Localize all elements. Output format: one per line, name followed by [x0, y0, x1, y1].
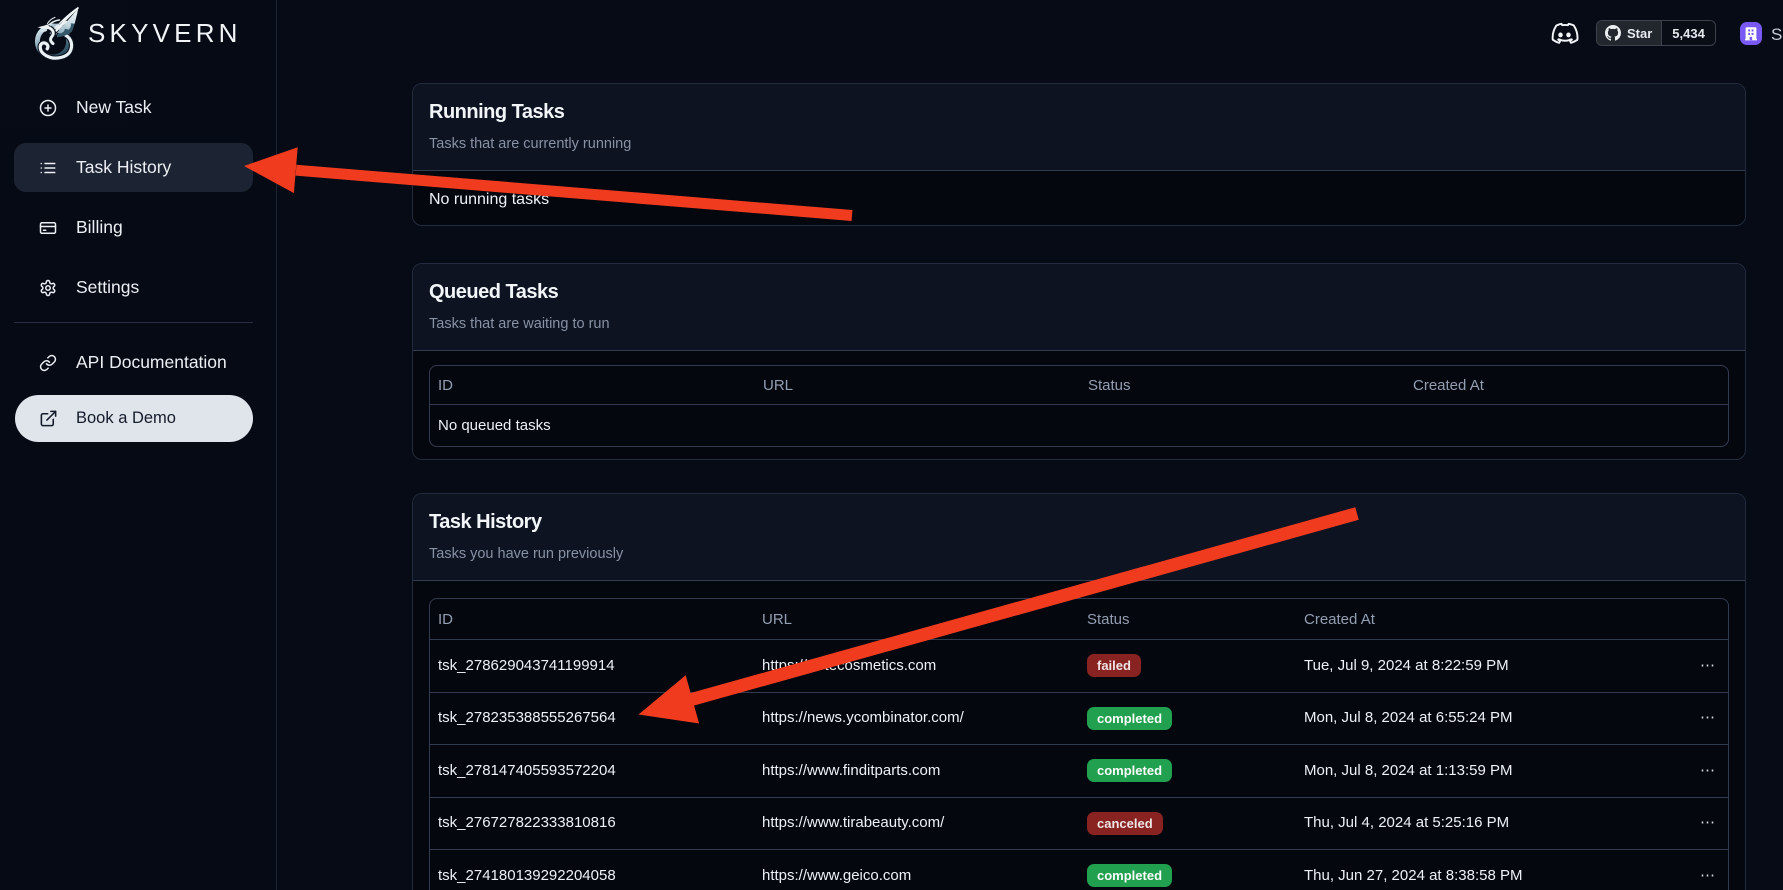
column-header-id: ID: [430, 366, 755, 405]
task-history-header: Task History Tasks you have run previous…: [413, 494, 1745, 581]
sidebar-item-label: Task History: [76, 157, 171, 178]
running-tasks-card: Running Tasks Tasks that are currently r…: [412, 83, 1746, 226]
page: SKYVERN New Task Task History Billing Se…: [0, 0, 1783, 890]
book-a-demo-button[interactable]: Book a Demo: [15, 395, 253, 442]
link-icon: [39, 354, 57, 372]
running-tasks-subtitle: Tasks that are currently running: [429, 135, 1729, 153]
task-status-cell: canceled: [1079, 797, 1296, 850]
task-id-cell: tsk_276727822333810816: [430, 797, 754, 850]
queued-tasks-title: Queued Tasks: [429, 280, 1729, 305]
task-created-at-cell: Mon, Jul 8, 2024 at 1:13:59 PM: [1296, 745, 1643, 798]
task-url-cell: https://www.geico.com: [754, 850, 1079, 890]
column-header-created-at: Created At: [1405, 366, 1728, 405]
column-header-actions: [1643, 599, 1728, 640]
sidebar-item-label: Billing: [76, 217, 123, 238]
sidebar: SKYVERN New Task Task History Billing Se…: [0, 0, 277, 890]
task-history-title: Task History: [429, 510, 1729, 535]
sidebar-item-api-documentation[interactable]: API Documentation: [14, 338, 253, 387]
task-history-row[interactable]: tsk_278235388555267564https://news.ycomb…: [430, 692, 1728, 745]
github-star-button[interactable]: Star: [1597, 21, 1661, 45]
status-badge: canceled: [1087, 812, 1163, 835]
task-status-cell: completed: [1079, 850, 1296, 890]
queued-tasks-subtitle: Tasks that are waiting to run: [429, 315, 1729, 333]
sidebar-item-new-task[interactable]: New Task: [14, 83, 253, 132]
queued-tasks-table: ID URL Status Created At No queued tasks: [429, 365, 1729, 447]
org-avatar[interactable]: [1740, 22, 1762, 45]
task-history-table: ID URL Status Created At tsk_27862904374…: [429, 598, 1729, 890]
column-header-status: Status: [1079, 599, 1296, 640]
table-header-row: ID URL Status Created At: [430, 599, 1728, 640]
row-actions-button[interactable]: ⋯: [1643, 640, 1728, 693]
sidebar-item-label: API Documentation: [76, 352, 227, 373]
book-a-demo-label: Book a Demo: [76, 409, 176, 428]
discord-icon[interactable]: [1550, 20, 1579, 47]
status-badge: completed: [1087, 707, 1172, 730]
task-url-cell: https://tartecosmetics.com: [754, 640, 1079, 693]
row-actions-button[interactable]: ⋯: [1643, 692, 1728, 745]
task-history-row[interactable]: tsk_274180139292204058https://www.geico.…: [430, 850, 1728, 890]
external-link-icon: [39, 409, 58, 428]
row-actions-button[interactable]: ⋯: [1643, 850, 1728, 890]
no-queued-tasks-text: No queued tasks: [430, 405, 1728, 447]
credit-card-icon: [39, 219, 57, 237]
list-icon: [39, 159, 57, 177]
task-history-row[interactable]: tsk_278147405593572204https://www.findit…: [430, 745, 1728, 798]
task-created-at-cell: Thu, Jun 27, 2024 at 8:38:58 PM: [1296, 850, 1643, 890]
task-status-cell: completed: [1079, 745, 1296, 798]
sidebar-item-billing[interactable]: Billing: [14, 203, 253, 252]
row-actions-button[interactable]: ⋯: [1643, 797, 1728, 850]
column-header-status: Status: [1080, 366, 1405, 405]
task-id-cell: tsk_278629043741199914: [430, 640, 754, 693]
skyvern-dragon-icon: [26, 2, 86, 66]
gear-icon: [39, 279, 57, 297]
sidebar-item-label: New Task: [76, 97, 152, 118]
column-header-created-at: Created At: [1296, 599, 1643, 640]
github-star-widget[interactable]: Star 5,434: [1596, 20, 1716, 46]
task-created-at-cell: Mon, Jul 8, 2024 at 6:55:24 PM: [1296, 692, 1643, 745]
no-queued-tasks-row: No queued tasks: [430, 405, 1728, 447]
sidebar-item-task-history[interactable]: Task History: [14, 143, 253, 192]
row-actions-button[interactable]: ⋯: [1643, 745, 1728, 798]
task-created-at-cell: Tue, Jul 9, 2024 at 8:22:59 PM: [1296, 640, 1643, 693]
task-id-cell: tsk_278235388555267564: [430, 692, 754, 745]
brand-name: SKYVERN: [88, 18, 242, 49]
task-history-card: Task History Tasks you have run previous…: [412, 493, 1746, 890]
task-created-at-cell: Thu, Jul 4, 2024 at 5:25:16 PM: [1296, 797, 1643, 850]
github-star-label: Star: [1627, 26, 1652, 41]
task-status-cell: completed: [1079, 692, 1296, 745]
status-badge: completed: [1087, 759, 1172, 782]
task-history-row[interactable]: tsk_278629043741199914https://tartecosme…: [430, 640, 1728, 693]
no-running-tasks-text: No running tasks: [413, 171, 1745, 229]
running-tasks-title: Running Tasks: [429, 100, 1729, 125]
column-header-url: URL: [754, 599, 1079, 640]
sidebar-divider: [14, 322, 253, 323]
github-icon: [1605, 25, 1621, 41]
table-header-row: ID URL Status Created At: [430, 366, 1728, 405]
column-header-url: URL: [755, 366, 1080, 405]
task-status-cell: failed: [1079, 640, 1296, 693]
column-header-id: ID: [430, 599, 754, 640]
sidebar-item-settings[interactable]: Settings: [14, 263, 253, 312]
sidebar-item-label: Settings: [76, 277, 139, 298]
task-id-cell: tsk_278147405593572204: [430, 745, 754, 798]
task-url-cell: https://www.tirabeauty.com/: [754, 797, 1079, 850]
running-tasks-header: Running Tasks Tasks that are currently r…: [413, 84, 1745, 171]
task-history-row[interactable]: tsk_276727822333810816https://www.tirabe…: [430, 797, 1728, 850]
task-url-cell: https://www.finditparts.com: [754, 745, 1079, 798]
github-star-count[interactable]: 5,434: [1661, 21, 1715, 45]
building-icon: [1744, 26, 1758, 41]
circle-plus-icon: [39, 99, 57, 117]
task-history-subtitle: Tasks you have run previously: [429, 545, 1729, 563]
task-url-cell: https://news.ycombinator.com/: [754, 692, 1079, 745]
org-name-partial: Sk: [1771, 25, 1783, 45]
queued-tasks-card: Queued Tasks Tasks that are waiting to r…: [412, 263, 1746, 460]
task-id-cell: tsk_274180139292204058: [430, 850, 754, 890]
status-badge: failed: [1087, 654, 1141, 677]
queued-tasks-header: Queued Tasks Tasks that are waiting to r…: [413, 264, 1745, 351]
status-badge: completed: [1087, 864, 1172, 887]
